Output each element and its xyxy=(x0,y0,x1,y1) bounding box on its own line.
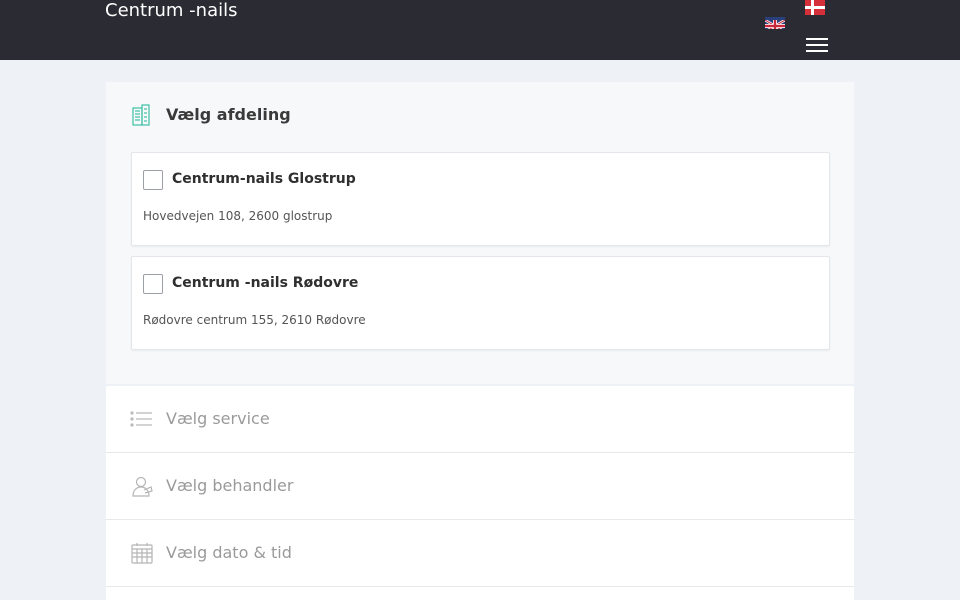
hamburger-menu-button[interactable] xyxy=(806,37,828,53)
step-label: Vælg behandler xyxy=(166,476,294,495)
department-checkbox[interactable] xyxy=(143,274,163,294)
step-next-partial[interactable] xyxy=(106,587,854,600)
step-service[interactable]: Vælg service xyxy=(106,386,854,453)
step-label: Vælg dato & tid xyxy=(166,543,292,562)
department-address: Hovedvejen 108, 2600 glostrup xyxy=(143,209,333,223)
department-name: Centrum-nails Glostrup xyxy=(172,171,356,187)
department-option-rodovre[interactable]: Centrum -nails Rødovre Rødovre centrum 1… xyxy=(131,256,830,350)
calendar-icon xyxy=(130,542,154,564)
department-panel: Vælg afdeling Centrum-nails Glostrup Hov… xyxy=(106,82,854,384)
top-navbar: Centrum -nails xyxy=(0,0,960,60)
person-icon xyxy=(130,475,154,497)
step-employee[interactable]: Vælg behandler xyxy=(106,453,854,520)
english-flag-icon[interactable] xyxy=(765,17,785,29)
brand-title[interactable]: Centrum -nails xyxy=(105,0,238,22)
department-name: Centrum -nails Rødovre xyxy=(172,275,359,291)
step-label: Vælg service xyxy=(166,409,270,428)
building-icon xyxy=(130,104,152,126)
department-checkbox[interactable] xyxy=(143,170,163,190)
department-address: Rødovre centrum 155, 2610 Rødovre xyxy=(143,313,366,327)
danish-flag-icon[interactable] xyxy=(805,0,825,15)
department-title: Vælg afdeling xyxy=(166,105,291,124)
list-icon xyxy=(130,408,154,430)
department-option-glostrup[interactable]: Centrum-nails Glostrup Hovedvejen 108, 2… xyxy=(131,152,830,246)
step-datetime[interactable]: Vælg dato & tid xyxy=(106,520,854,587)
